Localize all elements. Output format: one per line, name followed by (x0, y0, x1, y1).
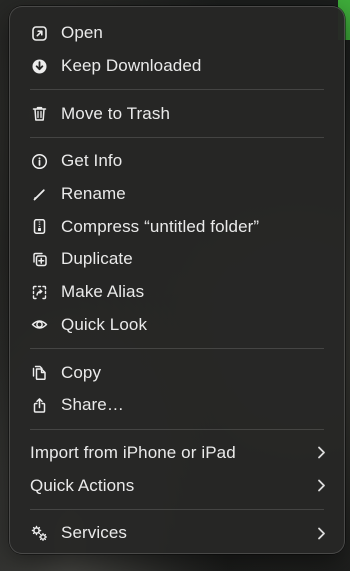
menu-item-move-to-trash[interactable]: Move to Trash (10, 97, 344, 130)
menu-item-open[interactable]: Open (10, 17, 344, 50)
menu-item-label: Move to Trash (61, 103, 171, 123)
menu-item-label: Services (61, 523, 127, 543)
menu-separator (30, 508, 324, 510)
menu-separator (30, 428, 324, 430)
pencil-icon (31, 186, 48, 203)
menu-item-keep-downloaded[interactable]: Keep Downloaded (10, 50, 344, 83)
alias-arrow-icon (31, 284, 48, 301)
menu-item-label: Open (61, 23, 103, 43)
duplicate-plus-icon (31, 251, 48, 268)
menu-item-rename[interactable]: Rename (10, 178, 344, 211)
menu-item-label: Make Alias (61, 282, 145, 302)
share-icon (31, 397, 48, 414)
trash-icon (31, 105, 48, 122)
menu-item-label: Duplicate (61, 249, 133, 269)
menu-item-get-info[interactable]: Get Info (10, 145, 344, 178)
menu-item-copy[interactable]: Copy (10, 356, 344, 389)
menu-item-label: Compress “untitled folder” (61, 216, 260, 236)
chevron-right-icon (316, 479, 326, 493)
menu-item-services[interactable]: Services (10, 517, 344, 550)
menu-separator (30, 348, 324, 350)
menu-item-label: Quick Actions (30, 475, 135, 495)
context-menu: Open Keep Downloaded Move to Trash Get I… (9, 6, 345, 554)
open-arrow-icon (31, 25, 48, 42)
menu-item-compress[interactable]: Compress “untitled folder” (10, 210, 344, 243)
copy-doc-icon (31, 364, 48, 381)
chevron-right-icon (316, 526, 326, 540)
archive-zip-icon (31, 218, 48, 235)
menu-item-label: Get Info (61, 151, 123, 171)
menu-item-label: Share… (61, 395, 124, 415)
menu-item-make-alias[interactable]: Make Alias (10, 276, 344, 309)
gears-icon (31, 525, 48, 542)
menu-item-quick-look[interactable]: Quick Look (10, 309, 344, 342)
menu-item-duplicate[interactable]: Duplicate (10, 243, 344, 276)
chevron-right-icon (316, 446, 326, 460)
menu-item-label: Quick Look (61, 314, 148, 334)
info-circle-icon (31, 153, 48, 170)
eye-icon (31, 316, 48, 333)
menu-item-label: Keep Downloaded (61, 56, 202, 76)
menu-item-label: Copy (61, 362, 102, 382)
menu-item-quick-actions[interactable]: Quick Actions (10, 469, 344, 502)
menu-separator (30, 137, 324, 139)
menu-separator (30, 89, 324, 91)
menu-item-label: Rename (61, 184, 126, 204)
menu-item-label: Import from iPhone or iPad (30, 442, 236, 462)
menu-item-share[interactable]: Share… (10, 389, 344, 422)
menu-item-import-from-iphone[interactable]: Import from iPhone or iPad (10, 437, 344, 470)
download-circle-icon (31, 58, 48, 75)
